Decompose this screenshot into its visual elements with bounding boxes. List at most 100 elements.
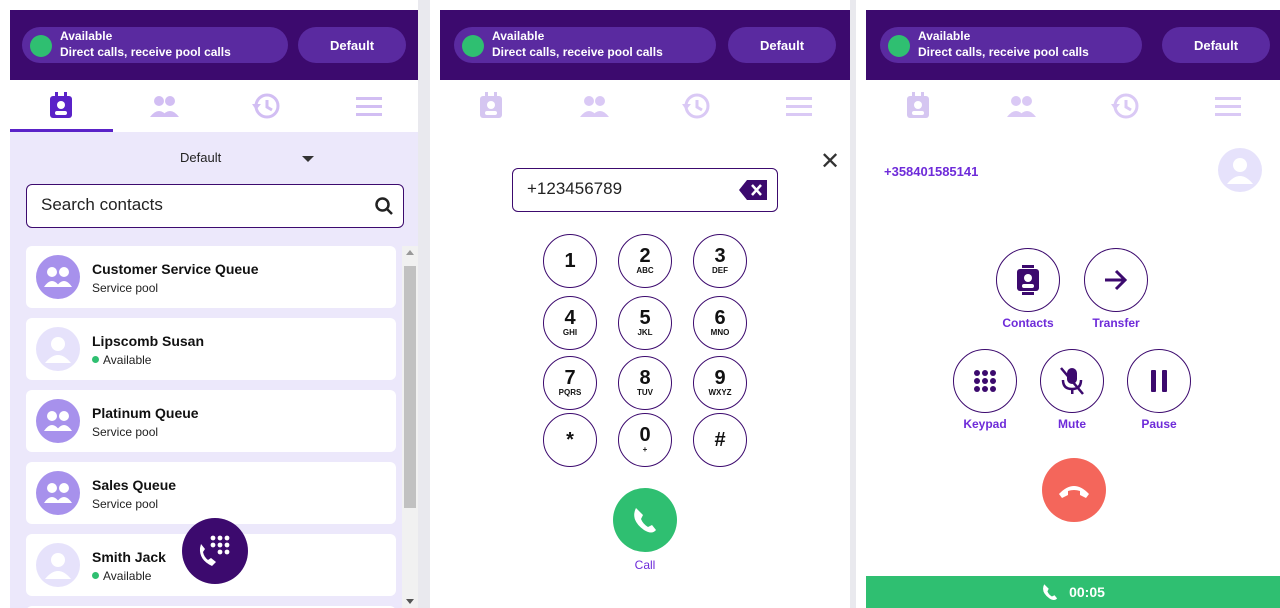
- transfer-button[interactable]: [1084, 248, 1148, 312]
- key-7[interactable]: 7 PQRS: [543, 356, 597, 410]
- contact-sub: Service pool: [92, 497, 159, 511]
- key-9[interactable]: 9 WXYZ: [693, 356, 747, 410]
- status-subtitle: Direct calls, receive pool calls: [60, 45, 231, 59]
- key-0[interactable]: 0 +: [618, 413, 672, 467]
- key-3[interactable]: 3 DEF: [693, 234, 747, 288]
- key-star[interactable]: *: [543, 413, 597, 467]
- number-field: [512, 168, 778, 212]
- key-letters: DEF: [712, 266, 728, 275]
- tab-history[interactable]: [215, 80, 318, 132]
- key-digit: 8: [639, 367, 651, 389]
- tab-menu[interactable]: [318, 80, 421, 132]
- microphone-off-icon: [1059, 366, 1085, 396]
- call-timer: 00:05: [1069, 584, 1105, 600]
- tab-groups[interactable]: [113, 80, 216, 132]
- contacts-label: Contacts: [1002, 316, 1054, 330]
- tab-history[interactable]: [1073, 80, 1177, 132]
- status-subtitle: Direct calls, receive pool calls: [492, 45, 663, 59]
- arrow-right-icon: [1103, 268, 1129, 292]
- profile-button[interactable]: Default: [1162, 27, 1270, 63]
- contacts-panel: Available Direct calls, receive pool cal…: [0, 0, 430, 608]
- list-item[interactable]: Sales Queue Service pool: [26, 462, 396, 524]
- contact-list-scrollbar[interactable]: [402, 246, 418, 608]
- tab-history[interactable]: [645, 80, 748, 132]
- backspace-icon[interactable]: [739, 180, 767, 200]
- key-4[interactable]: 4 GHI: [543, 296, 597, 350]
- key-hash[interactable]: #: [693, 413, 747, 467]
- contact-sub: Available: [103, 569, 152, 583]
- contacts-button[interactable]: [996, 248, 1060, 312]
- call-button[interactable]: [613, 488, 677, 552]
- status-header: Available Direct calls, receive pool cal…: [10, 10, 420, 80]
- contact-sub: Service pool: [92, 281, 159, 295]
- available-dot: [92, 572, 99, 579]
- panel-divider: [418, 0, 430, 608]
- pause-icon: [1149, 370, 1169, 392]
- contact-name: Platinum Queue: [92, 405, 199, 421]
- key-6[interactable]: 6 MNO: [693, 296, 747, 350]
- key-digit: 3: [714, 245, 726, 267]
- tab-contacts[interactable]: [866, 80, 970, 132]
- scroll-thumb[interactable]: [404, 266, 416, 508]
- tab-contacts[interactable]: [440, 80, 543, 132]
- keypad-button[interactable]: [953, 349, 1017, 413]
- tab-menu[interactable]: [1177, 80, 1280, 132]
- key-digit: *: [566, 429, 574, 451]
- mute-button[interactable]: [1040, 349, 1104, 413]
- close-icon[interactable]: ✕: [820, 150, 840, 174]
- status-header: Available Direct calls, receive pool cal…: [440, 10, 850, 80]
- group-icon: [149, 95, 179, 117]
- status-selector[interactable]: Available Direct calls, receive pool cal…: [454, 27, 716, 63]
- tab-contacts[interactable]: [10, 80, 113, 132]
- key-digit: 4: [564, 307, 576, 329]
- dialpad-fab-button[interactable]: [182, 518, 248, 584]
- status-selector[interactable]: Available Direct calls, receive pool cal…: [22, 27, 288, 63]
- queue-avatar-icon: [36, 399, 80, 443]
- search-input[interactable]: [41, 195, 361, 215]
- tab-menu[interactable]: [748, 80, 851, 132]
- hangup-button[interactable]: [1042, 458, 1106, 522]
- list-item[interactable]: Platinum Queue Service pool: [26, 390, 396, 452]
- key-letters: GHI: [562, 328, 578, 337]
- contact-filter-select[interactable]: Default: [180, 150, 221, 165]
- profile-button[interactable]: Default: [298, 27, 406, 63]
- key-letters: JKL: [637, 328, 653, 337]
- key-5[interactable]: 5 JKL: [618, 296, 672, 350]
- caller-number: +358401585141: [884, 164, 979, 179]
- pause-button[interactable]: [1127, 349, 1191, 413]
- key-digit: 9: [714, 367, 726, 389]
- key-1[interactable]: 1: [543, 234, 597, 288]
- scroll-up-icon[interactable]: [406, 250, 414, 255]
- key-8[interactable]: 8 TUV: [618, 356, 672, 410]
- status-subtitle: Direct calls, receive pool calls: [918, 45, 1089, 59]
- key-letters: ABC: [636, 266, 654, 275]
- status-title: Available: [918, 29, 971, 43]
- list-item[interactable]: Lipscomb Susan Available: [26, 318, 396, 380]
- available-dot: [92, 356, 99, 363]
- status-dot: [888, 35, 910, 57]
- person-avatar-icon: [36, 327, 80, 371]
- key-digit: 1: [564, 250, 576, 272]
- key-letters: TUV: [637, 388, 653, 397]
- dial-number-input[interactable]: [527, 179, 727, 199]
- chevron-down-icon[interactable]: [302, 156, 314, 162]
- menu-icon: [785, 96, 812, 116]
- tab-bar: [10, 80, 420, 132]
- contact-status: Available: [92, 569, 151, 583]
- search-icon[interactable]: [375, 197, 393, 215]
- profile-button[interactable]: Default: [728, 27, 836, 63]
- scroll-down-icon[interactable]: [406, 599, 414, 604]
- tab-groups[interactable]: [970, 80, 1074, 132]
- contact-name: Smith Jack: [92, 549, 166, 565]
- key-digit: 7: [564, 367, 576, 389]
- menu-icon: [1215, 96, 1242, 116]
- tab-groups[interactable]: [543, 80, 646, 132]
- status-selector[interactable]: Available Direct calls, receive pool cal…: [880, 27, 1142, 63]
- status-dot: [462, 35, 484, 57]
- key-digit: #: [714, 429, 726, 451]
- key-digit: 5: [639, 307, 651, 329]
- key-2[interactable]: 2 ABC: [618, 234, 672, 288]
- pause-label: Pause: [1141, 417, 1177, 431]
- list-item[interactable]: Customer Service Queue Service pool: [26, 246, 396, 308]
- queue-avatar-icon: [36, 471, 80, 515]
